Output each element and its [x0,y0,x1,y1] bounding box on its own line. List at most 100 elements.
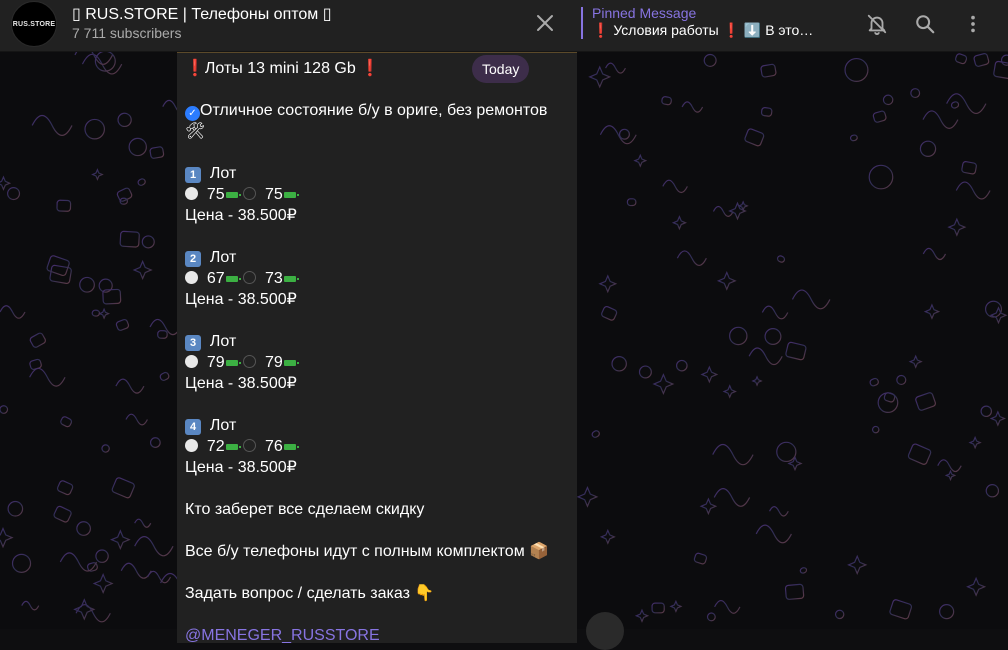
doodle-shape [950,101,960,109]
doodle-shape [922,247,947,261]
lot-price: Цена - 38.500₽ [185,459,297,476]
doodle-shape [706,612,716,622]
mute-button[interactable] [864,11,890,37]
battery-icon [225,443,241,450]
search-button[interactable] [912,11,938,37]
doodle-shape [693,552,708,565]
ask-line: Задать вопрос / сделать заказ 👇 [185,583,565,604]
doodle-shape [939,604,955,620]
lot-item: 3 Лот 79 79 Цена - 38.500₽ [185,331,565,415]
doodle-shape [910,88,921,99]
doodle-shape [605,62,626,74]
doodle-shape [761,305,789,320]
doodle-shape [676,359,688,372]
doodle-shape [31,114,73,136]
doodle-shape [115,318,130,331]
white-circle-icon [185,355,198,368]
lot-header: 3 Лот [185,331,565,352]
discount-text: Кто заберет все сделаем скидку [185,501,425,518]
doodle-shape [871,425,880,434]
doodle-shape [919,140,937,157]
doodle-shape [125,413,148,426]
channel-avatar[interactable]: RUS.STORE [11,1,57,47]
doodle-shape [134,518,152,528]
lot-label: Лот [209,249,237,266]
doodle-shape [117,112,132,128]
doodle-shape [760,107,773,117]
doodle-shape [937,459,962,473]
doodle-shape [712,443,754,466]
doodle-shape [149,437,161,448]
exclamation-icon: ❗ [185,60,205,77]
channel-title[interactable]: ▯ RUS.STORE | Телефоны оптом ▯ [72,4,332,24]
doodle-shape [60,416,73,428]
mute-bell-icon [867,14,887,35]
doodle-shape [120,562,152,579]
doodle-shape [748,347,783,366]
doodle-shape [700,365,719,384]
doodle-shape [21,600,40,611]
doodle-shape [634,608,650,623]
condition-line: ✓ Отличное состояние б/у в ориге, без рем… [185,100,560,142]
pinned-text: ❗ Условия работы ❗ ⬇️ В это… [592,22,814,38]
exclamation-icon: ❗ [360,60,381,77]
doodle-shape [944,469,957,482]
white-battery-value: 79 [206,354,225,371]
channel-message[interactable]: ❗Лоты 13 mini 128 Gb ❗ ✓ Отличное состоян… [177,52,577,643]
keycap-number-icon: 4 [185,419,201,435]
doodle-shape [11,553,32,573]
contact-link[interactable]: @MENEGER_RUSSTORE [185,625,565,643]
condition-text: Отличное состояние б/у в ориге, без ремо… [200,102,548,119]
doodle-shape [110,529,131,550]
doodle-shape [847,554,868,576]
doodle-shape [661,96,672,106]
scroll-down-button[interactable] [586,612,624,650]
pinned-title: Pinned Message [592,5,697,21]
lot-batteries: 75 75 [185,184,565,205]
more-button[interactable] [960,11,986,37]
doodle-shape [1000,54,1008,66]
doodle-shape [834,609,845,620]
doodle-shape [576,485,599,508]
doodle-shape [662,179,688,194]
doodle-shape [768,506,789,517]
keycap-number-icon: 3 [185,335,201,351]
pinned-message[interactable]: Pinned Message ❗ Условия работы ❗ ⬇️ В э… [581,5,814,39]
doodle-shape [896,374,907,386]
doodle-shape [84,118,106,140]
doodle-shape [722,384,737,399]
battery-icon [225,191,241,198]
doodle-shape [985,484,1000,498]
message-text: ❗Лоты 13 mini 128 Gb ❗ ✓ Отличное состоян… [185,58,565,643]
doodle-shape [599,528,616,545]
doodle-shape [729,326,748,346]
doodle-shape [79,276,95,293]
close-button[interactable] [532,10,558,36]
black-battery-value: 76 [265,438,283,455]
doodle-shape [961,161,977,175]
more-vertical-icon [971,15,975,33]
doodle-shape [755,524,792,544]
doodle-shape [59,552,98,572]
doodle-shape [75,604,111,623]
doodle-shape [923,303,941,320]
lot-batteries: 79 79 [185,352,565,373]
lot-label: Лот [209,333,237,350]
doodle-shape [633,153,648,168]
doodle-shape [699,497,718,516]
doodle-shape [74,52,114,65]
doodle-shape [599,125,637,145]
doodle-shape [611,356,627,372]
battery-icon [283,359,299,366]
black-circle-icon [243,187,257,200]
doodle-shape [149,318,182,336]
doodle-shape [776,255,786,263]
lot-item: 4 Лот 72 76 Цена - 38.500₽ [185,415,565,499]
keycap-number-icon: 2 [185,251,201,267]
lot-label: Лот [209,165,237,182]
doodle-shape [671,215,687,231]
doodle-shape [968,435,982,450]
doodle-shape [102,288,122,305]
subscriber-count: 7 711 subscribers [72,25,182,41]
lot-item: 2 Лот 67 73 Цена - 38.500₽ [185,247,565,331]
